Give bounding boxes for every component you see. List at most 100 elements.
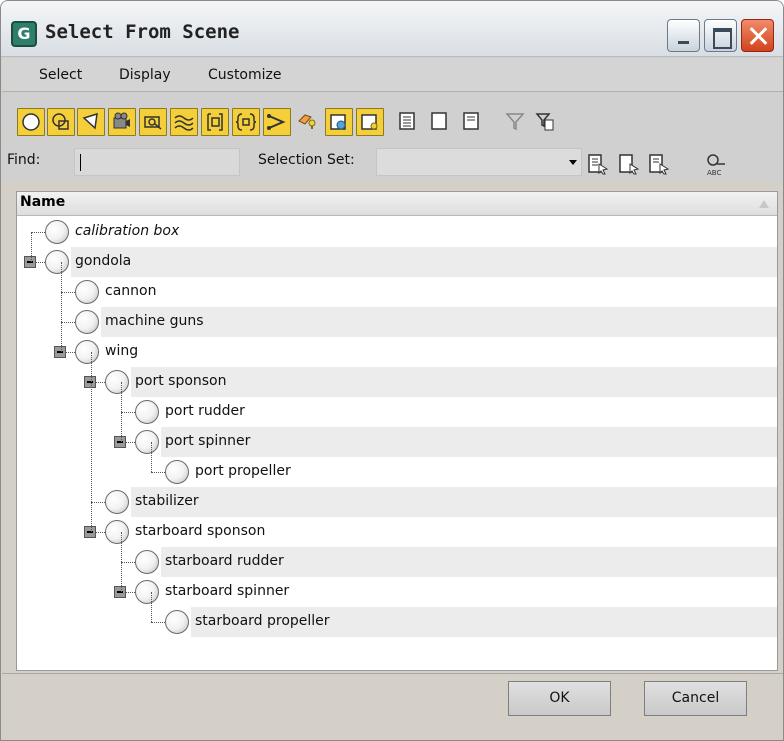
containers-icon <box>298 114 316 129</box>
tree-row[interactable]: wing <box>17 337 777 367</box>
divider <box>2 673 783 674</box>
node-label: stabilizer <box>135 493 199 509</box>
filter-options-button[interactable] <box>532 108 558 136</box>
menu-customize[interactable]: Customize <box>208 67 282 83</box>
node-label: port rudder <box>165 403 245 419</box>
cameras-filter-button[interactable] <box>108 108 136 136</box>
case-sensitive-find-icon[interactable]: ABC <box>705 152 727 176</box>
tree-connector <box>121 412 135 413</box>
tree-row[interactable]: starboard propeller <box>17 607 777 637</box>
object-node-icon <box>135 430 159 454</box>
select-all-icon <box>399 112 415 130</box>
bones-filter-button[interactable] <box>263 108 291 136</box>
find-row: Find: Selection Set: ABC <box>2 142 783 182</box>
text-caret <box>80 154 81 171</box>
select-dependents-icon[interactable] <box>587 152 609 176</box>
collapse-toggle-icon[interactable] <box>54 346 66 358</box>
tree-branch-line <box>61 262 62 352</box>
frozen-filter-button[interactable] <box>325 108 353 136</box>
lights-filter-button[interactable] <box>77 108 105 136</box>
node-label: wing <box>105 343 139 359</box>
object-node-icon <box>135 400 159 424</box>
tree-row[interactable]: calibration box <box>17 217 777 247</box>
tree-branch-line <box>91 352 92 532</box>
geometry-filter-button[interactable] <box>17 108 45 136</box>
find-label: Find: <box>7 152 41 168</box>
node-label: starboard propeller <box>195 613 330 629</box>
close-button[interactable] <box>741 19 774 52</box>
collapse-toggle-icon[interactable] <box>24 256 36 268</box>
title-bar[interactable]: G Select From Scene <box>1 1 783 57</box>
cancel-button[interactable]: Cancel <box>644 681 747 716</box>
minimize-button[interactable] <box>667 19 700 52</box>
tree-row[interactable]: starboard sponson <box>17 517 777 547</box>
window-title: Select From Scene <box>45 21 240 43</box>
lights-icon <box>82 112 98 130</box>
tree-row[interactable]: port spinner <box>17 427 777 457</box>
tree-row[interactable]: machine guns <box>17 307 777 337</box>
groups-filter-button[interactable] <box>201 108 229 136</box>
filter-icon <box>505 113 525 131</box>
object-node-icon <box>105 490 129 514</box>
tree-row[interactable]: stabilizer <box>17 487 777 517</box>
bones-icon <box>267 114 286 130</box>
tree-row[interactable]: starboard spinner <box>17 577 777 607</box>
tree-branch-line <box>151 442 152 472</box>
menu-bar: Select Display Customize <box>2 58 783 92</box>
tree-branch-line <box>31 232 32 262</box>
invert-selection-button[interactable] <box>458 108 484 136</box>
containers-filter-button[interactable] <box>294 108 320 136</box>
find-input[interactable] <box>74 148 240 176</box>
row-highlight <box>131 487 777 517</box>
object-node-icon <box>165 610 189 634</box>
invert-selection-icon <box>463 112 479 130</box>
selection-set-dropdown[interactable] <box>376 148 582 176</box>
scene-list[interactable]: Name calibration box gondola cannon machine… <box>16 191 778 671</box>
tree-connector <box>61 322 75 323</box>
select-none-button[interactable] <box>426 108 452 136</box>
helpers-filter-button[interactable] <box>139 108 167 136</box>
tree-row[interactable]: gondola <box>17 247 777 277</box>
object-node-icon <box>45 220 69 244</box>
collapse-toggle-icon[interactable] <box>114 436 126 448</box>
collapse-toggle-icon[interactable] <box>84 376 96 388</box>
hidden-filter-button[interactable] <box>356 108 384 136</box>
shapes-filter-button[interactable] <box>47 108 75 136</box>
ok-button[interactable]: OK <box>508 681 611 716</box>
svg-text:ABC: ABC <box>707 169 721 176</box>
name-column-header[interactable]: Name <box>17 192 777 216</box>
helpers-icon <box>144 116 162 130</box>
row-highlight <box>71 247 777 277</box>
maximize-button[interactable] <box>704 19 737 52</box>
dropdown-arrow-icon <box>569 160 577 165</box>
object-node-icon <box>75 280 99 304</box>
filter-button[interactable] <box>502 108 528 136</box>
select-none-icon <box>431 112 447 130</box>
tree-connector <box>121 562 135 563</box>
cameras-icon <box>113 112 130 129</box>
tree-branch-line <box>151 592 152 622</box>
select-influences-icon[interactable] <box>648 152 670 176</box>
geometry-sphere-icon <box>22 113 40 131</box>
row-highlight <box>161 427 777 457</box>
menu-display[interactable]: Display <box>119 67 171 83</box>
menu-select[interactable]: Select <box>39 67 82 83</box>
collapse-toggle-icon[interactable] <box>84 526 96 538</box>
select-children-icon[interactable] <box>618 152 640 176</box>
tree-row[interactable]: starboard rudder <box>17 547 777 577</box>
tree-row[interactable]: port propeller <box>17 457 777 487</box>
shapes-icon <box>52 113 69 130</box>
object-node-icon <box>165 460 189 484</box>
object-node-icon <box>135 550 159 574</box>
node-label: calibration box <box>75 223 180 239</box>
space-warps-filter-button[interactable] <box>170 108 198 136</box>
tree-row[interactable]: cannon <box>17 277 777 307</box>
xrefs-filter-button[interactable] <box>232 108 260 136</box>
tree-row[interactable]: port sponson <box>17 367 777 397</box>
select-all-button[interactable] <box>394 108 420 136</box>
object-node-icon <box>105 370 129 394</box>
collapse-toggle-icon[interactable] <box>114 586 126 598</box>
node-label: starboard rudder <box>165 553 284 569</box>
tree-row[interactable]: port rudder <box>17 397 777 427</box>
selection-set-label: Selection Set: <box>258 152 355 168</box>
